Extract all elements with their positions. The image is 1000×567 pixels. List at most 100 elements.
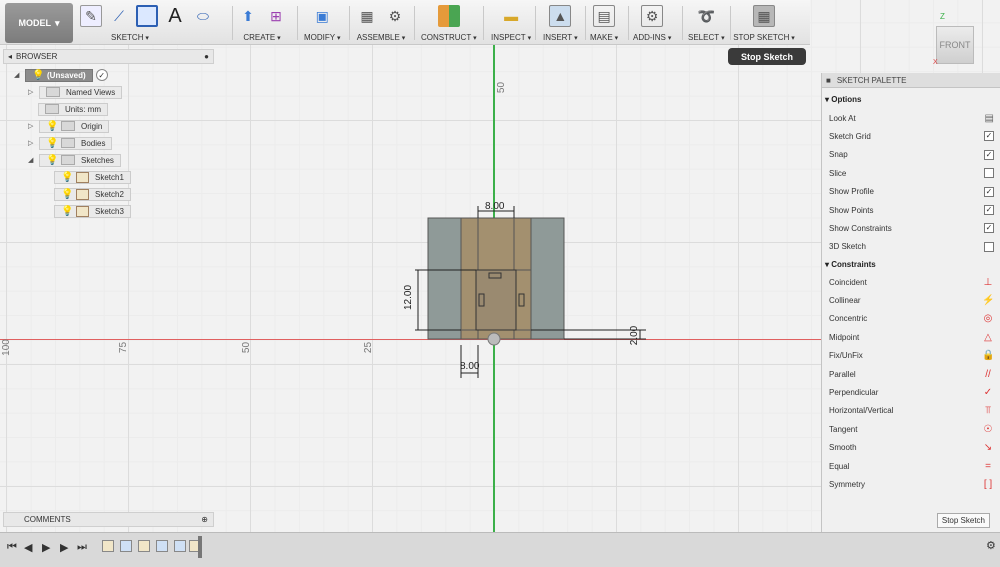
joint-icon[interactable]: ⚙	[384, 5, 406, 27]
scripts-icon[interactable]: ⚙	[641, 5, 664, 27]
constraint-icon[interactable]: ⚡	[982, 295, 994, 306]
constraint-icon[interactable]: [ ]	[982, 479, 994, 490]
tree-item-sketch2[interactable]: 💡 Sketch2	[54, 187, 131, 201]
3d-print-icon[interactable]: ▤	[593, 5, 616, 27]
timeline-extrude-feature[interactable]	[120, 540, 132, 552]
sketch-group[interactable]: ✎ ⟋ A ⬭ SKETCH	[80, 3, 214, 43]
insert-image-icon[interactable]: ▲	[549, 5, 572, 27]
palette-option[interactable]: Snap ✓	[829, 148, 994, 162]
browser-header[interactable]: ◂ BROWSER ●	[3, 49, 214, 64]
palette-option[interactable]: Slice	[829, 166, 994, 180]
palette-option[interactable]: 3D Sketch	[829, 240, 994, 254]
offset-plane-icon[interactable]	[437, 5, 460, 27]
constraint-icon[interactable]: ⊥	[982, 277, 994, 288]
dimension-width-top[interactable]: 8.00	[485, 201, 504, 212]
addins-group[interactable]: ⚙ ADD-INS	[633, 3, 671, 43]
timeline-extrude-feature[interactable]	[156, 540, 168, 552]
constraint-item[interactable]: Perpendicular ✓	[829, 385, 994, 399]
constraint-item[interactable]: Fix/UnFix 🔒	[829, 349, 994, 363]
add-comment-icon[interactable]: ⊕	[201, 515, 208, 524]
go-to-end-icon[interactable]: ⏭	[77, 541, 87, 554]
timeline-sketch-feature[interactable]	[138, 540, 150, 552]
collapse-icon[interactable]: ◂	[8, 52, 12, 61]
option-checkbox[interactable]: ✓	[984, 131, 994, 142]
constraint-icon[interactable]: =	[982, 461, 994, 472]
constraint-icon[interactable]: ◎	[982, 313, 994, 324]
step-back-icon[interactable]: ◀	[24, 541, 32, 554]
sphere-icon[interactable]: ⊞	[265, 5, 287, 27]
sketch-menu[interactable]: SKETCH	[111, 33, 149, 42]
workspace-switcher[interactable]: MODEL ▾	[5, 3, 73, 43]
construct-group[interactable]: CONSTRUCT	[421, 3, 477, 43]
palette-option[interactable]: Show Points ✓	[829, 203, 994, 217]
collapsed-arrow-icon[interactable]: ▷	[28, 88, 36, 96]
gear-icon[interactable]: ⚙	[986, 539, 996, 552]
constraint-item[interactable]: Parallel //	[829, 367, 994, 381]
go-to-start-icon[interactable]: ⏮	[7, 541, 17, 554]
measure-icon[interactable]: ▬	[500, 5, 522, 27]
inspect-group[interactable]: ▬ INSPECT	[491, 3, 531, 43]
new-component-icon[interactable]: ▦	[356, 5, 378, 27]
timeline-marker[interactable]	[198, 536, 202, 558]
tree-item-origin[interactable]: ▷ 💡 Origin	[28, 119, 110, 133]
construct-menu[interactable]: CONSTRUCT	[421, 33, 477, 42]
create-menu[interactable]: CREATE	[243, 33, 280, 42]
rectangle-icon[interactable]	[136, 5, 158, 27]
comments-panel[interactable]: COMMENTS ⊕	[3, 512, 214, 527]
constraint-item[interactable]: Midpoint △	[829, 330, 994, 344]
step-forward-icon[interactable]: ▶	[60, 541, 68, 554]
active-check-icon[interactable]: ✓	[95, 69, 108, 81]
constraints-section-header[interactable]: ▾ Constraints	[825, 260, 876, 269]
tree-item-units[interactable]: Units: mm	[38, 102, 108, 116]
visibility-bulb-icon[interactable]: 💡	[61, 206, 73, 217]
select-menu[interactable]: SELECT	[688, 33, 725, 42]
stop-sketch-label[interactable]: STOP SKETCH	[733, 33, 795, 42]
dimension-height[interactable]: 12.00	[403, 285, 414, 310]
constraint-item[interactable]: Horizontal/Vertical ⫪	[829, 404, 994, 418]
visibility-bulb-icon[interactable]: 💡	[46, 138, 58, 149]
expanded-arrow-icon[interactable]: ◢	[28, 156, 36, 164]
palette-header[interactable]: ■ SKETCH PALETTE	[822, 73, 1000, 88]
option-checkbox[interactable]: ✓	[984, 223, 994, 234]
tree-item-named-views[interactable]: ▷ Named Views	[28, 85, 123, 99]
option-checkbox[interactable]	[984, 241, 994, 252]
inspect-menu[interactable]: INSPECT	[491, 33, 531, 42]
constraint-icon[interactable]: ☉	[982, 424, 994, 435]
constraint-icon[interactable]: △	[982, 332, 994, 343]
visibility-bulb-icon[interactable]: 💡	[32, 70, 44, 81]
constraint-item[interactable]: Tangent ☉	[829, 422, 994, 436]
tree-item-sketch3[interactable]: 💡 Sketch3	[54, 204, 131, 218]
insert-group[interactable]: ▲ INSERT	[543, 3, 578, 43]
constraint-item[interactable]: Equal =	[829, 459, 994, 473]
constraint-item[interactable]: Coincident ⊥	[829, 275, 994, 289]
panel-toggle-icon[interactable]: ■	[826, 76, 831, 85]
option-checkbox[interactable]: ✓	[984, 186, 994, 197]
palette-option[interactable]: Sketch Grid ✓	[829, 129, 994, 143]
play-icon[interactable]: ▶	[42, 541, 50, 554]
visibility-bulb-icon[interactable]: 💡	[61, 172, 73, 183]
create-group[interactable]: ⬆ ⊞ CREATE	[237, 3, 287, 43]
tree-item-bodies[interactable]: ▷ 💡 Bodies	[28, 136, 113, 150]
make-menu[interactable]: MAKE	[590, 33, 618, 42]
timeline-sketch-feature[interactable]	[102, 540, 114, 552]
stop-sketch-icon[interactable]: ▦	[753, 5, 775, 27]
constraint-item[interactable]: Concentric ◎	[829, 312, 994, 326]
viewcube[interactable]: FRONT	[936, 26, 974, 64]
dimension-offset[interactable]: 2.00	[629, 326, 640, 345]
select-group[interactable]: ➰ SELECT	[688, 3, 725, 43]
ellipse-icon[interactable]: ⬭	[192, 5, 214, 27]
palette-option[interactable]: Show Constraints ✓	[829, 221, 994, 235]
option-checkbox[interactable]: ✓	[984, 149, 994, 160]
root-node[interactable]: 💡 (Unsaved)	[25, 68, 93, 82]
constraint-item[interactable]: Collinear ⚡	[829, 293, 994, 307]
collapsed-arrow-icon[interactable]: ▷	[28, 139, 36, 147]
tree-root[interactable]: ◢ 💡 (Unsaved) ✓	[14, 68, 108, 82]
make-group[interactable]: ▤ MAKE	[590, 3, 618, 43]
look-at-icon[interactable]: ▤	[985, 113, 994, 124]
text-icon[interactable]: A	[164, 5, 186, 27]
constraint-icon[interactable]: ✓	[982, 387, 994, 398]
dimension-width-bottom[interactable]: 8.00	[460, 361, 479, 372]
tree-item-sketch1[interactable]: 💡 Sketch1	[54, 170, 131, 184]
assemble-menu[interactable]: ASSEMBLE	[357, 33, 406, 42]
line-icon[interactable]: ⟋	[108, 5, 130, 27]
